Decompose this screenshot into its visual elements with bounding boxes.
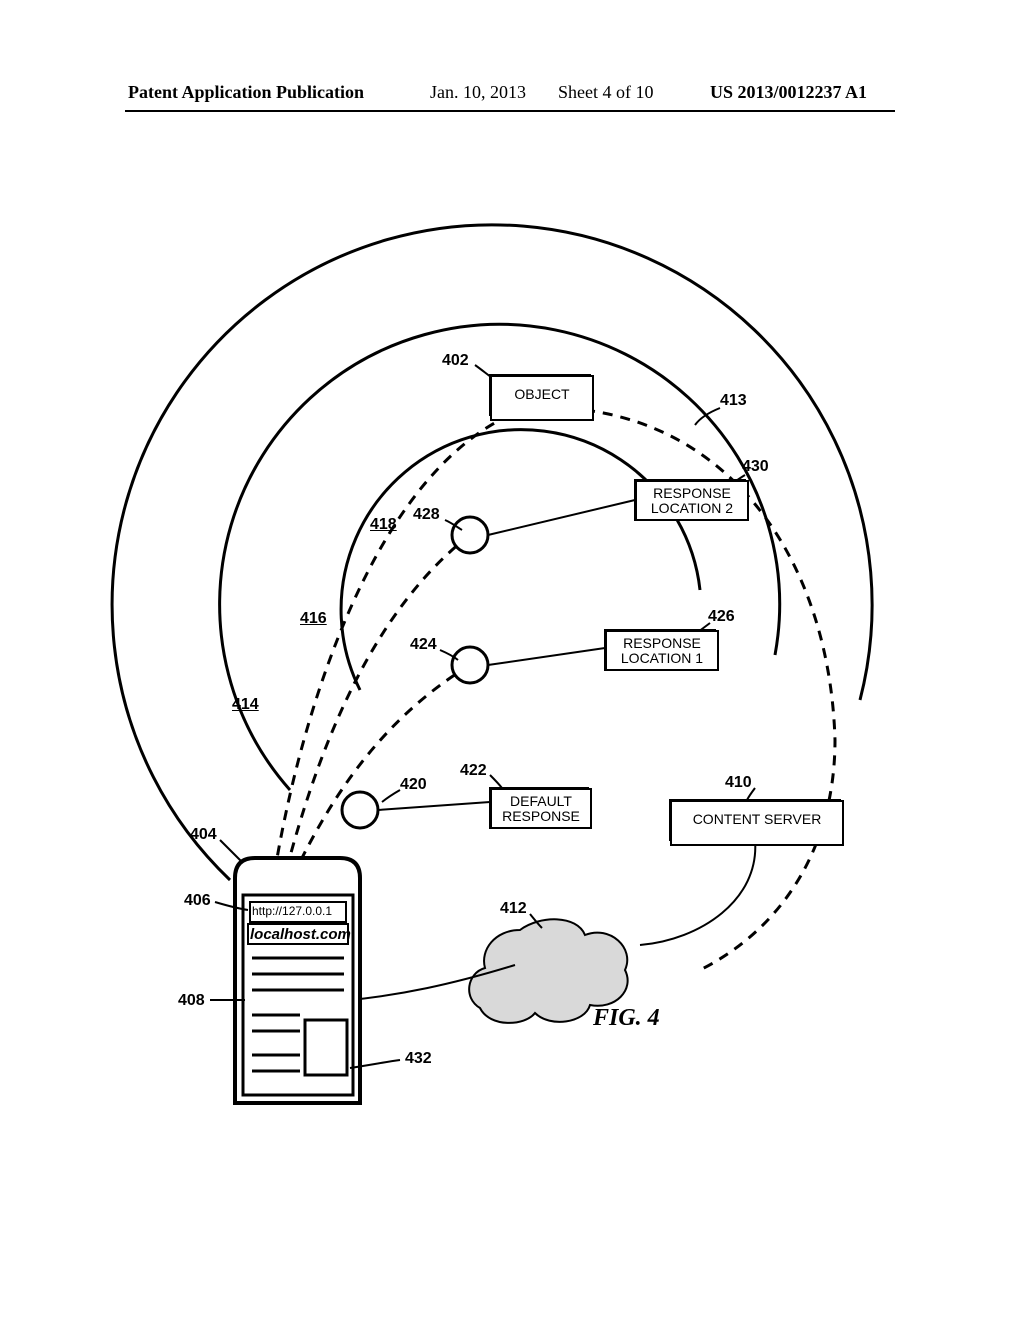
ref-413: 413 [720, 392, 747, 410]
lead-404 [220, 840, 242, 862]
ref-428: 428 [413, 506, 440, 524]
ref-408: 408 [178, 992, 205, 1010]
line-424-426 [488, 648, 605, 665]
ref-412: 412 [500, 900, 527, 918]
line-428-430 [488, 500, 635, 535]
device-domain: localhost.com [250, 926, 351, 943]
lead-420 [382, 790, 400, 802]
ref-420: 420 [400, 776, 427, 794]
device-url: http://127.0.0.1 [252, 904, 332, 918]
ref-414: 414 [232, 696, 259, 714]
diagram-svg [0, 0, 1024, 1320]
line-server-cloud [640, 840, 755, 945]
response1-label: RESPONSE LOCATION 1 [605, 630, 719, 671]
lead-422 [490, 775, 502, 788]
dashed-inner-1 [285, 535, 470, 875]
page-root: Patent Application Publication Jan. 10, … [0, 0, 1024, 1320]
object-label: OBJECT [490, 375, 594, 421]
ref-422: 422 [460, 762, 487, 780]
dashed-inner-2 [295, 665, 470, 872]
ref-406: 406 [184, 892, 211, 910]
ref-416: 416 [300, 610, 327, 628]
ref-402: 402 [442, 352, 469, 370]
figure-label: FIG. 4 [593, 1005, 660, 1032]
ref-410: 410 [725, 774, 752, 792]
ref-432: 432 [405, 1050, 432, 1068]
ref-424: 424 [410, 636, 437, 654]
response2-label: RESPONSE LOCATION 2 [635, 480, 749, 521]
line-420-422 [378, 802, 490, 810]
ref-404: 404 [190, 826, 217, 844]
ref-430: 430 [742, 458, 769, 476]
ref-418: 418 [370, 516, 397, 534]
default-label: DEFAULT RESPONSE [490, 788, 592, 829]
ref-426: 426 [708, 608, 735, 626]
node-424 [452, 647, 488, 683]
node-420 [342, 792, 378, 828]
device-404 [235, 858, 360, 1103]
content-server-label: CONTENT SERVER [670, 800, 844, 846]
node-428 [452, 517, 488, 553]
